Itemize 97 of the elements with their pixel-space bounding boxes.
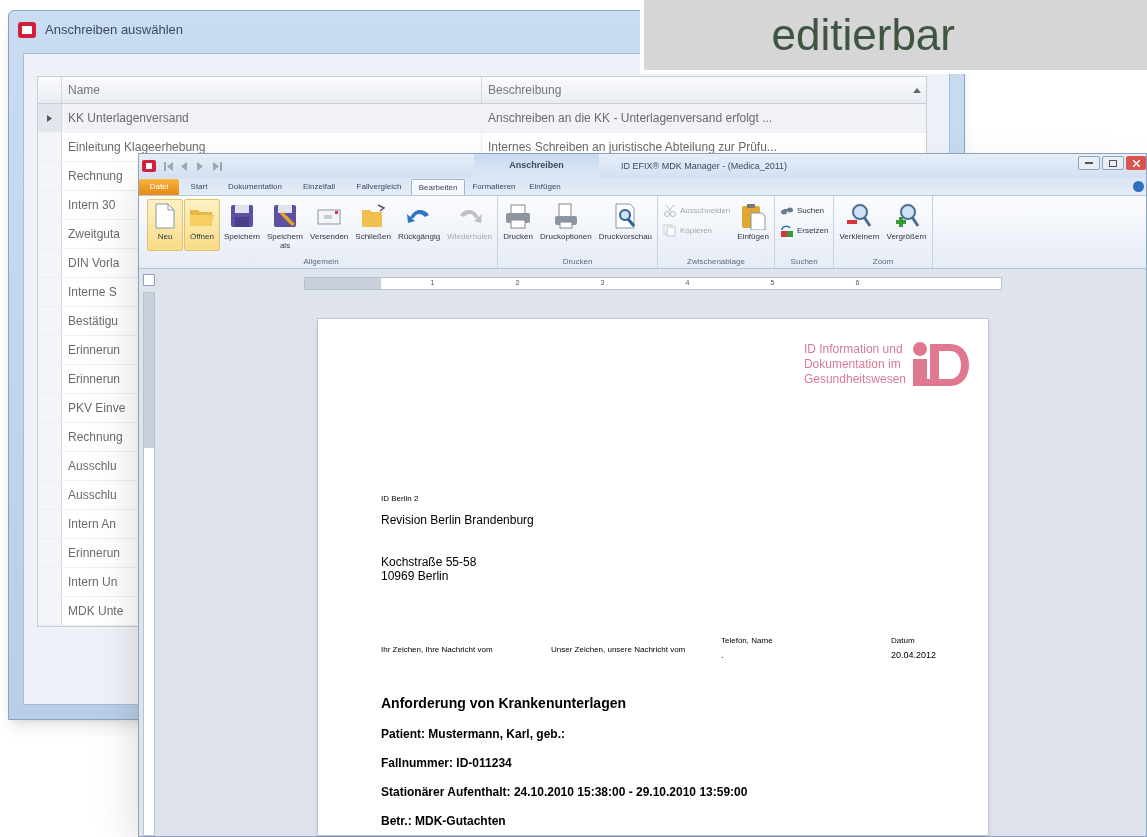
logo-text: Gesundheitswesen (803, 371, 906, 387)
ribbon-tab[interactable]: Einfügen (523, 179, 567, 195)
window-title: ID EFIX® MDK Manager - (Medica_2011) (621, 160, 788, 173)
address-street: Kochstraße 55-58 (381, 555, 478, 569)
close-icon (1132, 159, 1140, 167)
help-button[interactable] (1133, 181, 1144, 192)
template-name: Bestätigu (68, 313, 119, 330)
minimize-icon (1085, 162, 1093, 164)
row-pointer-icon (47, 114, 52, 122)
skip-end-icon (212, 160, 222, 172)
reference-label: Unser Zeichen, unsere Nachricht vom (551, 644, 687, 656)
template-name: Rechnung (68, 429, 123, 446)
reference-label: Ihr Zeichen, Ihre Nachricht vom (381, 644, 494, 656)
ribbon-button[interactable]: Einfügen (734, 199, 772, 251)
ribbon-button[interactable]: Druckvorschau (595, 199, 656, 251)
template-name: KK Unterlagenversand (68, 110, 189, 127)
recipient-name: Revision Berlin Brandenburg (381, 512, 534, 529)
column-header[interactable]: Beschreibung (482, 77, 908, 103)
logo-text: ID Information und (803, 341, 904, 357)
ribbon-button[interactable]: Suchen (776, 203, 832, 219)
ribbon-button[interactable]: Verkleinern (836, 199, 883, 251)
letter-line: Betr.: MDK-Gutachten (381, 812, 507, 830)
dialog-title: Anschreiben auswählen (45, 21, 184, 40)
ribbon-button[interactable]: Druckoptionen (537, 199, 595, 251)
row-selector[interactable] (38, 104, 62, 132)
maximize-button[interactable] (1102, 156, 1124, 170)
letter-subject: Anforderung von Krankenunterlagen (381, 693, 628, 713)
template-name: DIN Vorla (68, 255, 120, 272)
ribbon-group-label: Zwischenablage (686, 256, 746, 268)
template-name: Zweitguta (68, 226, 121, 243)
help-icon (1133, 181, 1144, 192)
skip-start-icon (164, 160, 174, 172)
template-name: Intern Un (68, 574, 118, 591)
scroll-up-icon (913, 87, 921, 93)
ribbon-tab[interactable]: Dokumentation (219, 179, 291, 195)
ribbon-group-label: Suchen (789, 256, 819, 268)
template-name: Ausschlu (68, 487, 117, 504)
ribbon-button[interactable]: Ersetzen (776, 223, 832, 239)
tab-selector-button[interactable] (143, 274, 155, 286)
template-name: Ausschlu (68, 458, 117, 475)
template-description: Anschreiben an die KK - Unterlagenversand erfolgt ... (488, 110, 773, 127)
template-name: Intern 30 (68, 197, 116, 214)
sender-line: ID Berlin 2 (381, 493, 420, 505)
ribbon-button[interactable]: Öffnen (184, 199, 220, 251)
reference-label: Telefon, Name (721, 635, 774, 647)
previous-record-button[interactable] (180, 160, 190, 172)
ribbon-button[interactable]: Speichern (221, 199, 264, 251)
ribbon-button[interactable]: Drucken (500, 199, 537, 251)
ribbon-tab[interactable]: Start (179, 179, 219, 195)
maximize-icon (1109, 159, 1117, 167)
reference-label: Datum (891, 635, 916, 647)
banner-text: editierbar (771, 9, 955, 61)
template-description: Internes Schreiben an juristische Abteilung zur Prüfu... (488, 139, 777, 156)
template-name: Einleitung Klageerhebung (68, 139, 206, 156)
ribbon-button[interactable]: Vergrößern (883, 199, 930, 251)
ribbon-button[interactable]: Versenden (307, 199, 352, 251)
template-name: Rechnung (68, 168, 123, 185)
arrow-left-icon (180, 160, 190, 172)
copy-icon (663, 224, 678, 238)
template-name: MDK Unte (68, 603, 124, 620)
ribbon-tab[interactable]: Bearbeiten (411, 179, 465, 195)
letter-line: Fallnummer: ID-011234 (381, 754, 513, 772)
template-name: Intern An (68, 516, 117, 533)
ribbon-button[interactable]: Speichern als (264, 199, 307, 251)
app-icon (142, 160, 156, 172)
ribbon-tab[interactable]: Formatieren (465, 179, 523, 195)
ribbon-button[interactable]: Rückgängig (394, 199, 444, 251)
id-logo-icon (912, 341, 970, 387)
close-button[interactable] (1126, 156, 1146, 170)
app-icon (17, 21, 37, 39)
ribbon-group-label: Drucken (561, 256, 594, 268)
context-tab-label: Anschreiben (509, 159, 564, 173)
replace-letters-icon (779, 224, 794, 238)
template-name: Erinnerun (68, 371, 121, 388)
ribbon-tab[interactable]: Einzelfall (291, 179, 347, 195)
first-record-button[interactable] (164, 160, 174, 172)
next-record-button[interactable] (196, 160, 206, 172)
scissors-icon (663, 204, 678, 218)
template-name: PKV Einve (68, 400, 126, 417)
template-name: Interne S (68, 284, 117, 301)
logo-text: Dokumentation im (803, 356, 902, 372)
ribbon-tab[interactable]: Fallvergleich (347, 179, 411, 195)
last-record-button[interactable] (212, 160, 222, 172)
ribbon-group-label: Allgemein (302, 256, 340, 268)
template-name: Erinnerun (68, 342, 121, 359)
reference-value: . (721, 649, 725, 662)
ribbon-button[interactable]: Schließen (352, 199, 394, 251)
ribbon-button[interactable]: Neu (147, 199, 183, 251)
ribbon-group-label: Zoom (871, 256, 895, 268)
address-city: 10969 Berlin (381, 569, 450, 583)
arrow-right-icon (196, 160, 206, 172)
letter-line: Patient: Mustermann, Karl, geb.: (381, 725, 567, 743)
minimize-button[interactable] (1078, 156, 1100, 170)
column-header[interactable]: Name (62, 77, 482, 103)
reference-value: 20.04.2012 (891, 649, 938, 662)
letter-line: Stationärer Aufenthalt: 24.10.2010 15:38:00 - 29.10.2010 13:59:00 (381, 783, 749, 801)
template-name: Erinnerun (68, 545, 121, 562)
